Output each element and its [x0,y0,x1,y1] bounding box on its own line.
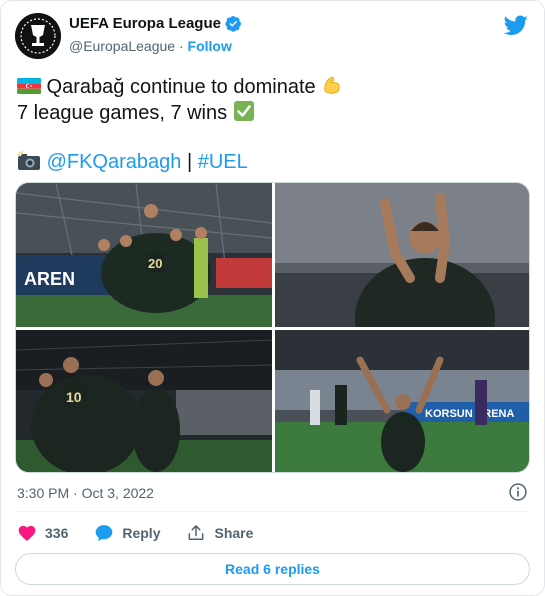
flexed-biceps-icon [324,76,340,94]
uefa-europa-league-logo-icon [15,13,61,59]
svg-text:20: 20 [148,256,162,271]
avatar[interactable] [15,13,61,59]
tweet-line-1: Qarabağ continue to dominate [17,74,527,100]
divider [17,511,528,512]
svg-text:AREN: AREN [24,269,75,289]
photo-team-celebration[interactable]: AREN 20 [16,183,272,327]
handle-separator: · [175,38,188,54]
author-handle[interactable]: @EuropaLeague [69,38,175,54]
reply-button[interactable]: Reply [94,523,160,543]
photo-players-celebrating-night[interactable]: 10 [16,330,272,472]
svg-text:KORSUN ARENA: KORSUN ARENA [425,408,514,420]
follow-button[interactable]: Follow [188,38,232,54]
reply-bubble-icon [96,525,113,541]
author-display-name[interactable]: UEFA Europa League [69,15,221,32]
camera-flash-icon [17,151,40,170]
heart-icon [18,525,36,541]
tweet-card: UEFA Europa League @EuropaLeague · Follo… [0,0,545,596]
svg-text:10: 10 [66,389,82,405]
share-label: Share [214,525,254,541]
timestamp-separator: · [69,485,82,501]
twitter-bird-icon[interactable] [504,13,528,37]
share-icon [189,525,204,540]
tweet-line-1-text: Qarabağ continue to dominate [41,76,322,98]
author-handle-row: @EuropaLeague · Follow [69,38,232,54]
tweet-time: 3:30 PM [17,485,70,501]
photo-player-kneeling[interactable]: KORSUN ARENA [275,330,529,472]
info-icon[interactable] [508,482,528,502]
mention-separator: | [181,151,198,173]
mention-link[interactable]: @FKQarabagh [47,151,182,173]
share-button[interactable]: Share [186,523,253,543]
tweet-timestamp[interactable]: 3:30 PM · Oct 3, 2022 [17,485,154,501]
photo-player-applauding[interactable] [275,183,529,327]
hashtag-link[interactable]: #UEL [198,151,248,173]
tweet-date: Oct 3, 2022 [81,485,154,501]
tweet-line-2: 7 league games, 7 wins [17,100,527,126]
tweet-line-2-text: 7 league games, 7 wins [17,102,233,124]
author-name-row: UEFA Europa League [69,15,242,32]
reply-label: Reply [122,525,161,541]
media-grid: AREN 20 10 KORSUN ARENA [15,182,530,473]
check-mark-icon [233,101,254,121]
tweet-line-4: @FKQarabagh | #UEL [17,149,527,175]
tweet-actions: 336 Reply Share [17,523,279,543]
tweet-text: Qarabağ continue to dominate 7 league ga… [17,74,527,175]
read-replies-button[interactable]: Read 6 replies [15,553,530,585]
verified-badge-icon [225,16,241,32]
like-count: 336 [45,525,69,541]
azerbaijan-flag-icon [17,78,41,94]
like-button[interactable]: 336 [17,523,68,543]
